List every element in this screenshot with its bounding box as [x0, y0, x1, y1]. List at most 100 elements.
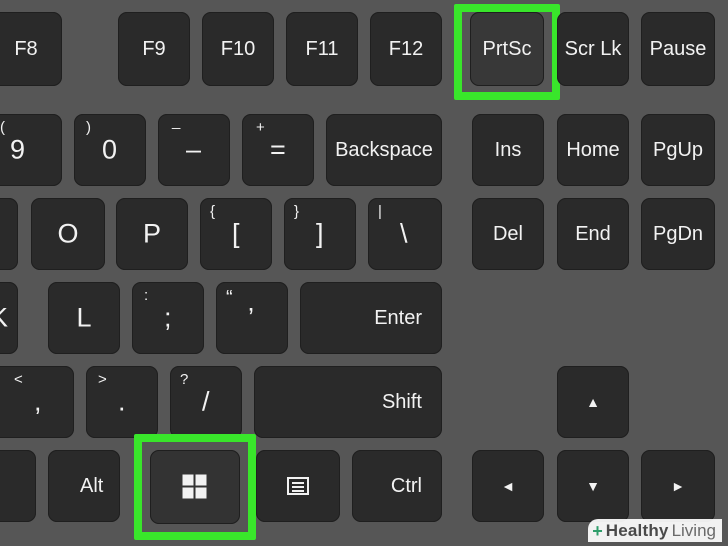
brand-name: Healthy: [605, 521, 669, 540]
key-backslash[interactable]: | \: [368, 198, 442, 270]
key-del-label: Del: [492, 223, 523, 245]
key-equals-label: =: [270, 134, 286, 165]
key-enter[interactable]: Enter: [300, 282, 442, 354]
key-f10-label: F10: [220, 38, 256, 60]
key-home[interactable]: Home: [557, 114, 629, 186]
key-k[interactable]: K: [0, 282, 18, 354]
key-backslash-label: \: [400, 218, 408, 249]
key-9[interactable]: ( 9: [0, 114, 62, 186]
key-menu[interactable]: [256, 450, 340, 522]
key-quote[interactable]: “ ’: [216, 282, 288, 354]
key-prtsc-label: PrtSc: [482, 38, 532, 60]
key-rbracket-shift-label: }: [294, 203, 300, 220]
key-f11-label: F11: [305, 38, 339, 60]
key-ins-label: Ins: [494, 139, 522, 161]
keyboard-illustration: F8 F9 F10 F11 F12 PrtSc Scr Lk Pause ( 9…: [0, 0, 728, 546]
windows-logo-icon: [182, 474, 208, 500]
key-enter-label: Enter: [374, 307, 422, 329]
key-l[interactable]: L: [48, 282, 120, 354]
down-arrow-icon: ▼: [586, 478, 600, 494]
key-ctrl-label: Ctrl: [390, 475, 422, 497]
key-scrlk[interactable]: Scr Lk: [557, 12, 629, 86]
key-up[interactable]: ▲: [557, 366, 629, 438]
key-slash-shift-label: ?: [180, 371, 189, 388]
key-f10[interactable]: F10: [202, 12, 274, 86]
key-period-label: .: [118, 386, 126, 417]
key-prtsc[interactable]: PrtSc: [470, 12, 544, 86]
key-del[interactable]: Del: [472, 198, 544, 270]
key-p[interactable]: P: [116, 198, 188, 270]
key-slash-label: /: [202, 386, 210, 417]
key-pgdn-label: PgDn: [652, 223, 704, 245]
key-f12[interactable]: F12: [370, 12, 442, 86]
key-pgdn[interactable]: PgDn: [641, 198, 715, 270]
key-rbracket-label: ]: [316, 218, 324, 249]
key-end[interactable]: End: [557, 198, 629, 270]
up-arrow-icon: ▲: [586, 394, 600, 410]
key-comma-label: ,: [34, 386, 42, 417]
key-down[interactable]: ▼: [557, 450, 629, 522]
key-lbracket-label: [: [232, 218, 240, 249]
key-lbracket-shift-label: {: [210, 203, 216, 220]
key-9-label: 9: [10, 134, 26, 165]
key-ins[interactable]: Ins: [472, 114, 544, 186]
brand-name-suffix: Living: [671, 521, 716, 540]
key-9-shift-label: (: [0, 119, 5, 136]
key-period-shift-label: >: [98, 371, 107, 388]
key-period[interactable]: > .: [86, 366, 158, 438]
left-arrow-icon: ◄: [501, 478, 515, 494]
key-0[interactable]: ) 0: [74, 114, 146, 186]
key-f8[interactable]: F8: [0, 12, 62, 86]
right-arrow-icon: ►: [671, 478, 685, 494]
key-quote-shift-label: “: [226, 287, 233, 309]
key-l-label: L: [76, 302, 92, 333]
key-minus[interactable]: _ –: [158, 114, 230, 186]
key-i-partial[interactable]: [0, 198, 18, 270]
key-minus-shift-label: _: [172, 113, 181, 130]
key-alt[interactable]: Alt: [48, 450, 120, 522]
key-backspace-label: Backspace: [335, 139, 433, 161]
key-semicolon-shift-label: :: [144, 287, 149, 304]
key-f9-label: F9: [142, 38, 166, 60]
key-semicolon-label: ;: [164, 302, 172, 333]
key-pgup-label: PgUp: [652, 139, 704, 161]
key-backslash-shift-label: |: [378, 203, 382, 220]
key-shift-label: Shift: [381, 391, 422, 413]
key-f8-label: F8: [14, 38, 38, 60]
key-right[interactable]: ►: [641, 450, 715, 522]
key-rbracket[interactable]: } ]: [284, 198, 356, 270]
key-backspace[interactable]: Backspace: [326, 114, 442, 186]
key-fn-partial[interactable]: [0, 450, 36, 522]
key-equals-shift-label: +: [256, 119, 265, 136]
brand-cross-icon: +: [592, 521, 603, 541]
key-left[interactable]: ◄: [472, 450, 544, 522]
key-k-label: K: [0, 304, 8, 332]
key-lbracket[interactable]: { [: [200, 198, 272, 270]
key-pause[interactable]: Pause: [641, 12, 715, 86]
key-0-label: 0: [102, 134, 118, 165]
key-minus-label: –: [186, 134, 202, 165]
key-ctrl[interactable]: Ctrl: [352, 450, 442, 522]
key-o[interactable]: O: [31, 198, 105, 270]
key-comma[interactable]: < ,: [0, 366, 74, 438]
key-slash[interactable]: ? /: [170, 366, 242, 438]
key-shift[interactable]: Shift: [254, 366, 442, 438]
key-pgup[interactable]: PgUp: [641, 114, 715, 186]
key-end-label: End: [575, 223, 611, 245]
key-0-shift-label: ): [86, 119, 91, 136]
brand-watermark: + Healthy Living: [588, 519, 722, 542]
key-pause-label: Pause: [649, 38, 707, 60]
key-comma-shift-label: <: [14, 371, 23, 388]
key-semicolon[interactable]: : ;: [132, 282, 204, 354]
key-equals[interactable]: + =: [242, 114, 314, 186]
key-o-label: O: [57, 218, 79, 249]
key-p-label: P: [142, 218, 161, 249]
key-f11[interactable]: F11: [286, 12, 358, 86]
key-f9[interactable]: F9: [118, 12, 190, 86]
key-windows[interactable]: [150, 450, 240, 524]
context-menu-icon: [287, 477, 309, 495]
key-home-label: Home: [566, 139, 620, 161]
key-quote-label: ’: [248, 302, 254, 333]
key-alt-label: Alt: [80, 475, 104, 497]
key-f12-label: F12: [388, 38, 424, 60]
